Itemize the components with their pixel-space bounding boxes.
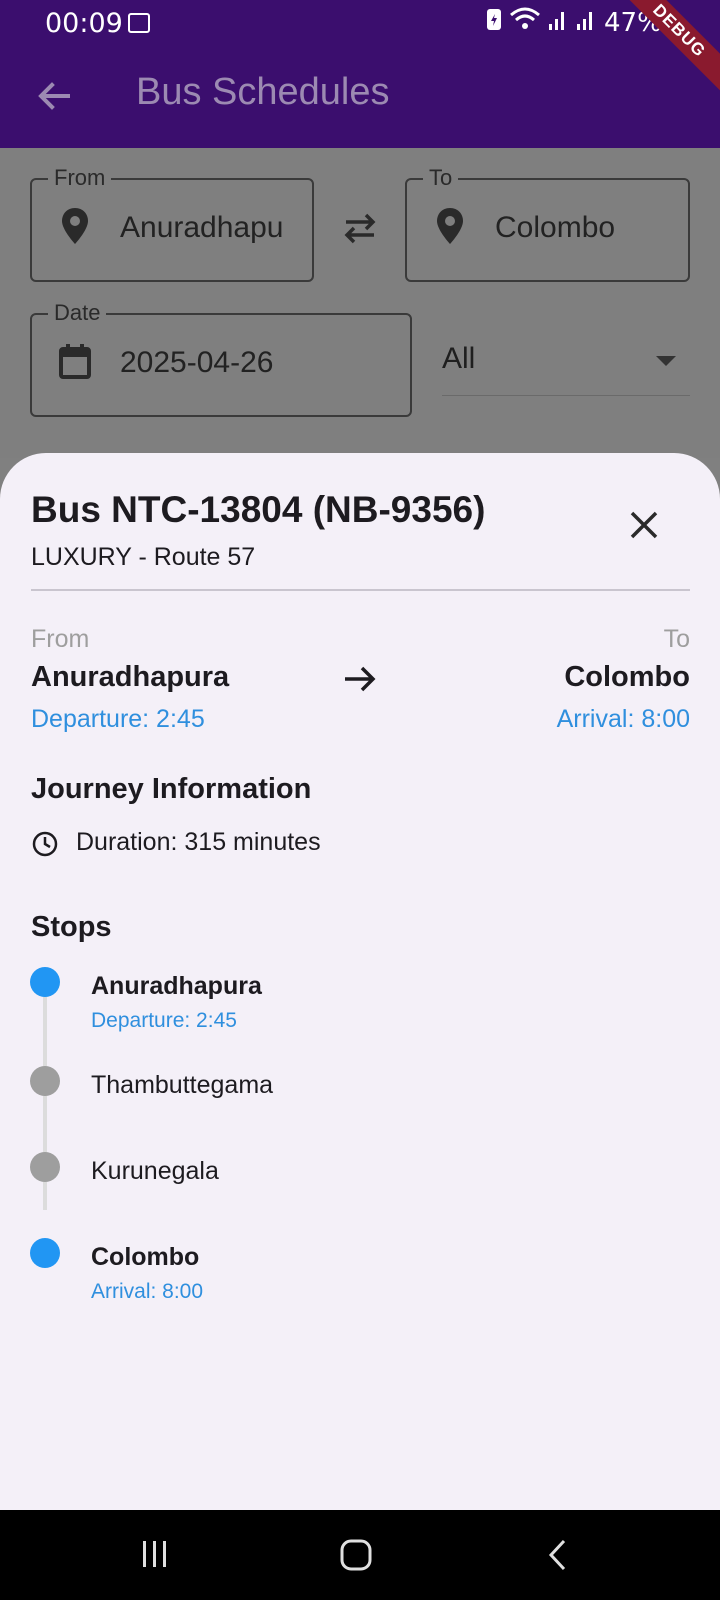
dropdown-arrow-icon <box>656 356 676 366</box>
bus-details-sheet: Bus NTC-13804 (NB-9356) LUXURY - Route 5… <box>0 453 720 1510</box>
departure-time: Departure: 2:45 <box>31 705 205 733</box>
from-city: Anuradhapura <box>31 661 230 693</box>
to-label: To <box>663 625 690 653</box>
location-pin-icon <box>437 208 463 244</box>
clock-icon <box>32 831 58 857</box>
stop-name: Thambuttegama <box>91 1071 274 1099</box>
from-field-value: Anuradhapu <box>120 211 284 244</box>
journey-info-title: Journey Information <box>31 773 312 805</box>
stop-name: Kurunegala <box>91 1157 219 1185</box>
to-field[interactable]: To Colombo <box>405 165 690 282</box>
stop-dot-terminal <box>30 967 60 997</box>
stop-name: Anuradhapura <box>91 972 262 1000</box>
from-field[interactable]: From Anuradhapu <box>30 165 314 282</box>
stop-dot-terminal <box>30 1238 60 1268</box>
journey-duration: Duration: 315 minutes <box>76 828 321 856</box>
stop-dot <box>30 1152 60 1182</box>
arrival-time: Arrival: 8:00 <box>556 705 690 733</box>
arrow-right-icon <box>345 666 376 692</box>
search-form: From Anuradhapu To Colombo Date 2025-04-… <box>0 148 720 458</box>
swap-icon[interactable] <box>340 210 380 246</box>
stop-time: Arrival: 8:00 <box>91 1280 204 1303</box>
date-field-value: 2025-04-26 <box>120 346 274 379</box>
home-icon[interactable] <box>339 1538 373 1572</box>
to-field-value: Colombo <box>495 211 616 244</box>
debug-banner: DEBUG <box>616 0 720 94</box>
stop-time: Departure: 2:45 <box>91 1009 237 1032</box>
recent-apps-icon[interactable] <box>139 1538 171 1570</box>
bus-type-select[interactable]: All <box>442 340 690 396</box>
stop-dot <box>30 1066 60 1096</box>
date-field[interactable]: Date 2025-04-26 <box>30 300 412 417</box>
stops-title: Stops <box>31 911 112 943</box>
calendar-icon <box>59 344 91 379</box>
debug-banner-clip: DEBUG <box>0 0 720 148</box>
stop-name: Colombo <box>91 1243 200 1271</box>
location-pin-icon <box>62 208 88 244</box>
to-field-label: To <box>423 165 459 191</box>
close-icon[interactable] <box>626 507 662 543</box>
to-city: Colombo <box>564 661 690 693</box>
bus-subtitle: LUXURY - Route 57 <box>31 543 256 571</box>
from-field-label: From <box>48 165 112 191</box>
bus-title: Bus NTC-13804 (NB-9356) <box>31 489 486 530</box>
divider <box>31 589 690 591</box>
back-nav-icon[interactable] <box>546 1538 570 1572</box>
from-label: From <box>31 625 90 653</box>
bus-type-select-value: All <box>442 342 476 375</box>
system-nav-bar <box>0 1510 720 1600</box>
date-field-label: Date <box>48 300 107 326</box>
